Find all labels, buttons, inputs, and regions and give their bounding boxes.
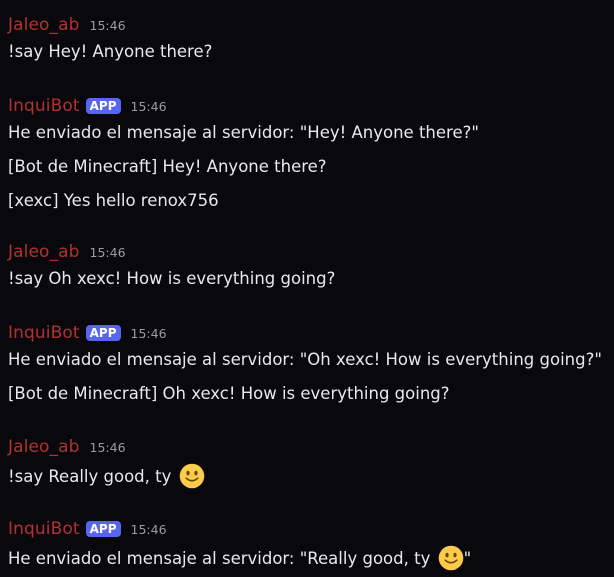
message-text: He enviado el mensaje al servidor: "Oh x…: [8, 350, 602, 369]
username[interactable]: Jaleo_ab: [8, 437, 80, 457]
message-group: InquiBot APP 15:46 He enviado el mensaje…: [8, 519, 606, 571]
message-header: Jaleo_ab 15:46: [8, 15, 606, 37]
app-badge: APP: [85, 521, 121, 537]
message-header: InquiBot APP 15:46: [8, 519, 606, 541]
message-text: !say Hey! Anyone there?: [8, 42, 213, 61]
timestamp[interactable]: 15:46: [90, 440, 126, 455]
message-text: [Bot de Minecraft] Hey! Anyone there?: [8, 157, 327, 176]
app-badge: APP: [85, 98, 121, 114]
timestamp[interactable]: 15:46: [131, 522, 167, 537]
timestamp[interactable]: 15:46: [131, 99, 167, 114]
message-header: InquiBot APP 15:46: [8, 96, 606, 118]
message-text: !say Really good, ty: [8, 463, 606, 489]
message-group: Jaleo_ab 15:46 !say Oh xexc! How is ever…: [8, 242, 606, 290]
message-group: InquiBot APP 15:46 He enviado el mensaje…: [8, 323, 606, 405]
message-text: !say Oh xexc! How is everything going?: [8, 269, 336, 288]
username[interactable]: InquiBot: [8, 96, 80, 116]
app-badge: APP: [85, 325, 121, 341]
username[interactable]: InquiBot: [8, 519, 80, 539]
timestamp[interactable]: 15:46: [90, 18, 126, 33]
message-text-segment: ": [463, 549, 472, 568]
slightly-smiling-face-icon: [179, 463, 204, 489]
message-text-segment: He enviado el mensaje al servidor: "Real…: [8, 549, 431, 568]
message-text: [Bot de Minecraft] Oh xexc! How is every…: [8, 384, 450, 403]
message-header: Jaleo_ab 15:46: [8, 242, 606, 264]
message-text: [xexc] Yes hello renox756: [8, 191, 219, 210]
timestamp[interactable]: 15:46: [90, 245, 126, 260]
username[interactable]: Jaleo_ab: [8, 15, 80, 35]
message-text-segment: !say Really good, ty: [8, 467, 172, 486]
username[interactable]: Jaleo_ab: [8, 242, 80, 262]
message-group: Jaleo_ab 15:46 !say Hey! Anyone there?: [8, 15, 606, 63]
timestamp[interactable]: 15:46: [131, 326, 167, 341]
message-header: InquiBot APP 15:46: [8, 323, 606, 345]
message-header: Jaleo_ab 15:46: [8, 437, 606, 459]
message-group: Jaleo_ab 15:46 !say Really good, ty: [8, 437, 606, 489]
message-group: InquiBot APP 15:46 He enviado el mensaje…: [8, 96, 606, 212]
username[interactable]: InquiBot: [8, 323, 80, 343]
slightly-smiling-face-icon: [438, 545, 463, 571]
message-text: He enviado el mensaje al servidor: "Hey!…: [8, 123, 479, 142]
message-text: He enviado el mensaje al servidor: "Real…: [8, 545, 606, 571]
